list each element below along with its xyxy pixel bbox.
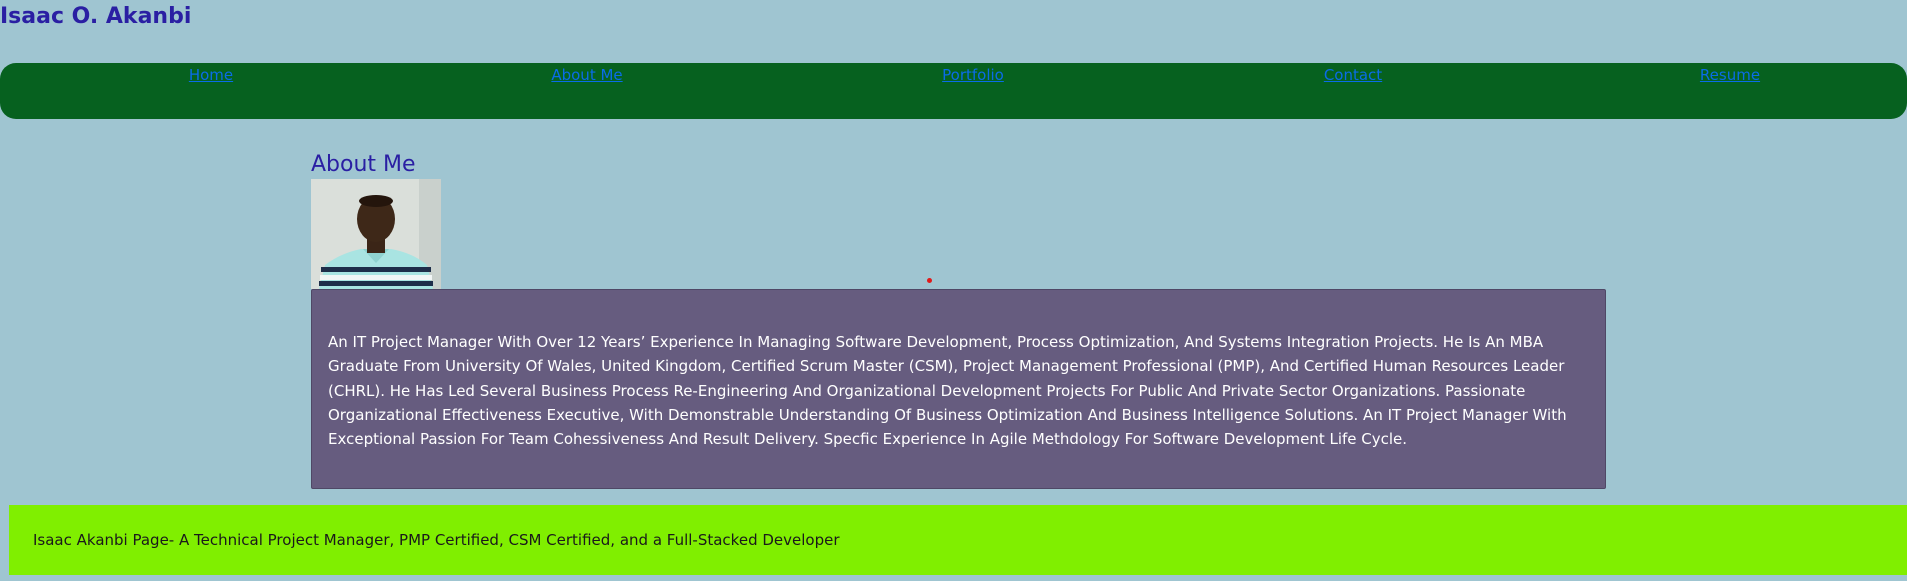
bio-card: An IT Project Manager With Over 12 Years… (311, 289, 1606, 489)
nav-link-portfolio[interactable]: Portfolio (942, 66, 1004, 84)
nav-link-home[interactable]: Home (189, 66, 233, 84)
nav-link-contact[interactable]: Contact (1324, 66, 1382, 84)
footer-text: Isaac Akanbi Page- A Technical Project M… (33, 531, 840, 549)
profile-photo (311, 179, 441, 289)
site-title: Isaac O. Akanbi (0, 4, 192, 29)
bio-text: An IT Project Manager With Over 12 Years… (328, 333, 1567, 449)
main-navigation: Home About Me Portfolio Contact Resume (0, 63, 1907, 119)
about-me-heading: About Me (311, 152, 416, 177)
nav-link-about-me[interactable]: About Me (551, 66, 622, 84)
nav-link-resume[interactable]: Resume (1700, 66, 1760, 84)
footer: Isaac Akanbi Page- A Technical Project M… (9, 505, 1907, 575)
red-dot-marker (927, 278, 932, 283)
